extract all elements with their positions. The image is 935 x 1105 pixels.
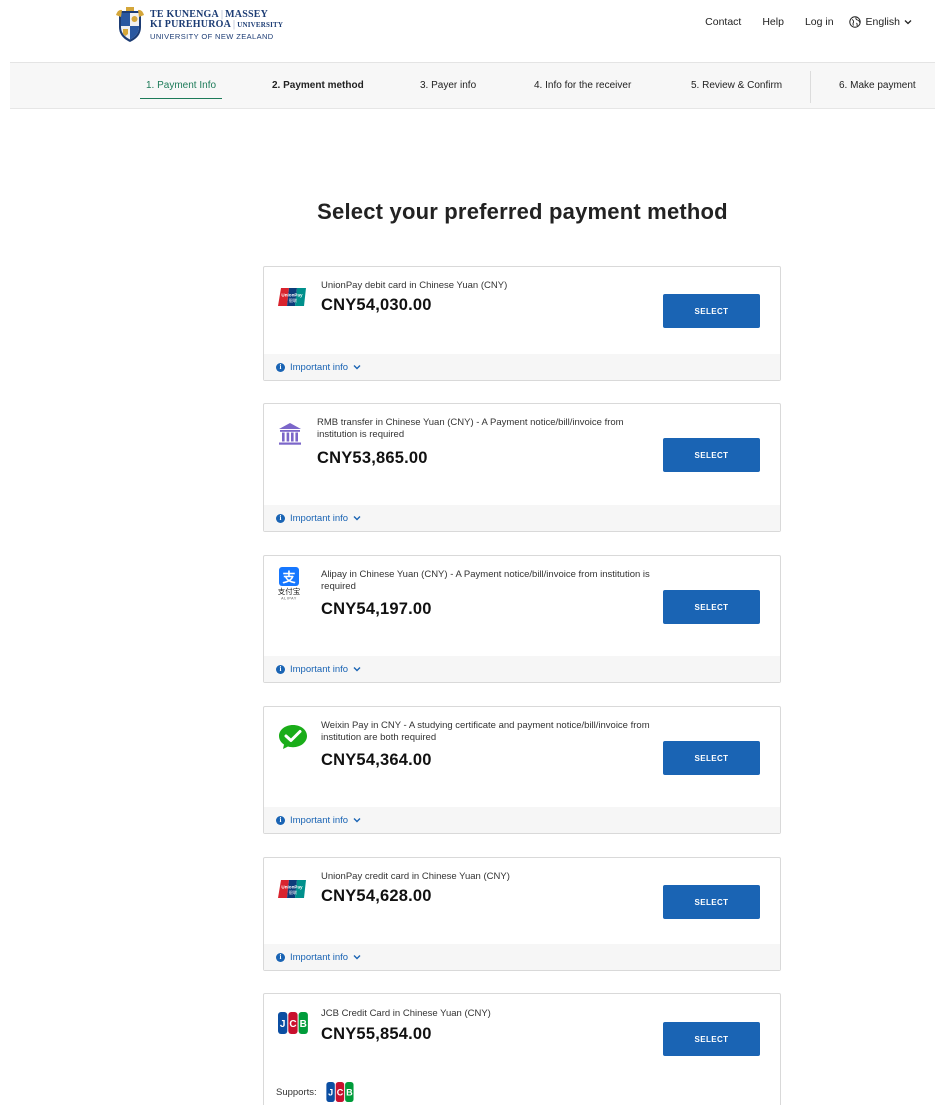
payment-description: UnionPay credit card in Chinese Yuan (CN… — [321, 871, 510, 882]
payment-option-weixin-pay: Weixin Pay in CNY - A studying certifica… — [263, 706, 781, 834]
step-payer-info: 3. Payer info — [420, 80, 477, 91]
payment-amount: CNY53,865.00 — [317, 449, 428, 467]
jcb-icon: J C B — [278, 1012, 308, 1039]
payment-description: RMB transfer in Chinese Yuan (CNY) - A P… — [317, 417, 624, 440]
info-icon: i — [276, 513, 285, 523]
svg-text:B: B — [346, 1088, 353, 1098]
chevron-down-icon — [353, 667, 361, 672]
important-info-toggle[interactable]: i Important info — [264, 807, 780, 833]
info-icon: i — [276, 664, 285, 674]
important-info-toggle[interactable]: i Important info — [264, 505, 780, 531]
important-info-toggle[interactable]: i Important info — [264, 656, 780, 682]
payment-option-rmb-transfer: RMB transfer in Chinese Yuan (CNY) - A P… — [263, 403, 781, 532]
payment-amount: CNY54,628.00 — [321, 887, 432, 905]
unionpay-icon: UnionPay 银联 — [278, 880, 306, 903]
select-button[interactable]: SELECT — [663, 294, 760, 328]
svg-text:银联: 银联 — [289, 889, 298, 896]
payment-description: UnionPay debit card in Chinese Yuan (CNY… — [321, 280, 508, 291]
select-button[interactable]: SELECT — [663, 438, 760, 472]
checkout-steps: 1. Payment Info 2. Payment method 3. Pay… — [10, 62, 935, 109]
chevron-down-icon — [353, 955, 361, 960]
step-make-payment: 6. Make payment — [839, 80, 916, 91]
unionpay-icon: UnionPay 银联 — [278, 288, 306, 311]
payment-amount: CNY54,030.00 — [321, 296, 432, 314]
supports-label: Supports: — [276, 1086, 317, 1098]
contact-link[interactable]: Contact — [705, 16, 741, 28]
important-info-label: Important info — [290, 361, 349, 373]
payment-amount: CNY54,197.00 — [321, 600, 432, 618]
important-info-label: Important info — [290, 663, 349, 675]
info-icon: i — [276, 362, 285, 372]
step-payment-info[interactable]: 1. Payment Info — [139, 80, 223, 99]
payment-amount: CNY54,364.00 — [321, 751, 432, 769]
payment-description: JCB Credit Card in Chinese Yuan (CNY) — [321, 1008, 491, 1019]
svg-text:支: 支 — [281, 570, 296, 586]
alipay-icon: 支 支付宝 ALIPAY — [278, 567, 301, 606]
svg-text:UnionPay: UnionPay — [281, 293, 303, 298]
site-header: TE KUNENGA | MASSEY KI PUREHUROA | UNIVERSIT… — [0, 0, 935, 62]
svg-text:ALIPAY: ALIPAY — [281, 597, 297, 601]
bank-icon — [278, 422, 302, 451]
login-link[interactable]: Log in — [805, 16, 834, 28]
payment-description: Weixin Pay in CNY - A studying certifica… — [321, 720, 650, 743]
logo-text-massey: MASSEY — [225, 8, 269, 20]
svg-text:UnionPay: UnionPay — [281, 885, 303, 890]
help-link[interactable]: Help — [762, 16, 784, 28]
payment-option-unionpay-credit: UnionPay 银联 UnionPay credit card in Chin… — [263, 857, 781, 971]
svg-text:银联: 银联 — [289, 297, 298, 304]
payment-option-unionpay-debit: UnionPay 银联 UnionPay debit card in Chine… — [263, 266, 781, 381]
step-review-confirm: 5. Review & Confirm — [691, 80, 783, 91]
chevron-down-icon — [353, 365, 361, 370]
payment-option-alipay: 支 支付宝 ALIPAY Alipay in Chinese Yuan (CNY… — [263, 555, 781, 683]
logo-text-maori-2: KI PUREHUROA — [150, 18, 232, 30]
logo-text-university: UNIVERSITY — [237, 20, 284, 29]
important-info-toggle[interactable]: i Important info — [264, 354, 780, 380]
top-navigation: Contact Help Log in English — [684, 16, 917, 28]
select-button[interactable]: SELECT — [663, 590, 760, 624]
important-info-toggle[interactable]: i Important info — [264, 944, 780, 970]
payment-description: Alipay in Chinese Yuan (CNY) - A Payment… — [321, 569, 650, 592]
jcb-icon: J C B — [326, 1082, 354, 1102]
svg-text:支付宝: 支付宝 — [278, 586, 300, 596]
svg-text:J: J — [280, 1019, 286, 1030]
chevron-down-icon — [904, 20, 912, 25]
important-info-label: Important info — [290, 951, 349, 963]
globe-icon — [848, 16, 861, 28]
steps-divider — [810, 71, 811, 103]
select-button[interactable]: SELECT — [663, 741, 760, 775]
language-label: English — [865, 16, 900, 28]
info-icon: i — [276, 952, 285, 962]
select-button[interactable]: SELECT — [663, 885, 760, 919]
chevron-down-icon — [353, 516, 361, 521]
svg-text:C: C — [289, 1019, 296, 1030]
info-icon: i — [276, 815, 285, 825]
step-receiver-info: 4. Info for the receiver — [534, 80, 632, 91]
svg-text:J: J — [328, 1088, 333, 1098]
page-title: Select your preferred payment method — [317, 199, 728, 224]
svg-text:C: C — [336, 1088, 343, 1098]
payment-option-jcb: J C B JCB Credit Card in Chinese Yuan (C… — [263, 993, 781, 1105]
step-payment-method: 2. Payment method — [272, 80, 364, 91]
important-info-label: Important info — [290, 512, 349, 524]
svg-text:B: B — [300, 1019, 307, 1030]
chevron-down-icon — [353, 818, 361, 823]
university-logo[interactable]: TE KUNENGA | MASSEY KI PUREHUROA | UNIVERSIT… — [116, 7, 283, 43]
weixin-pay-icon — [278, 724, 308, 755]
university-crest-icon — [116, 7, 144, 43]
select-button[interactable]: SELECT — [663, 1022, 760, 1056]
supported-cards: Supports: J C B — [276, 1082, 354, 1102]
logo-text-nz: UNIVERSITY OF NEW ZEALAND — [150, 31, 274, 41]
language-selector[interactable]: English — [848, 16, 917, 28]
payment-amount: CNY55,854.00 — [321, 1025, 432, 1043]
important-info-label: Important info — [290, 814, 349, 826]
